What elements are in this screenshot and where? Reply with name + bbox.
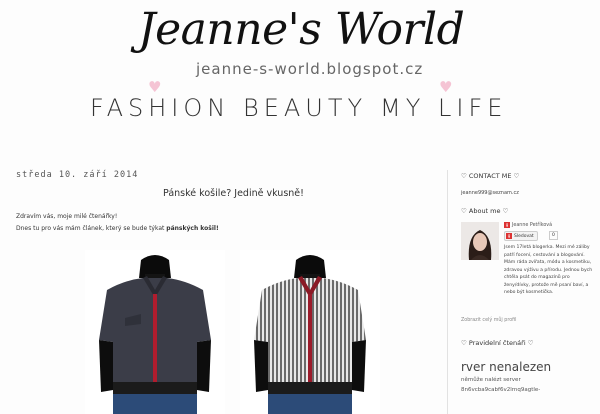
server-error-line-2: 8n6vcba9cabf6v2lrnq9agtle-	[461, 387, 541, 393]
follow-label: Sledovat	[514, 234, 534, 239]
about-heading: ♡ About me ♡	[461, 207, 509, 215]
followers-heading: ♡ Pravidelní čtenáři ♡	[461, 339, 534, 347]
blog-header: Jeanne's World jeanne-s-world.blogspot.c…	[0, 0, 600, 160]
about-widget: g Jeanne Petříková g Sledovat 0 Jsem 17let…	[461, 222, 593, 316]
profile-name: Jeanne Petříková	[512, 223, 553, 228]
post-intro-bold: pánských košil!	[166, 225, 219, 232]
profile-name-row[interactable]: g Jeanne Petříková	[504, 222, 552, 228]
contact-heading: ♡ CONTACT ME ♡	[461, 172, 520, 180]
contact-email[interactable]: jeanne999@seznam.cz	[461, 190, 591, 196]
blog-post: středa 10. září 2014 Pánské košile? Jedi…	[16, 170, 441, 232]
view-profile-link[interactable]: Zobrazit celý můj profil	[461, 318, 591, 323]
nav-beauty[interactable]: BEAUTY	[243, 94, 367, 122]
avatar[interactable]	[461, 222, 499, 260]
shirt-photo-striped[interactable]	[240, 250, 380, 414]
blog-url[interactable]: jeanne-s-world.blogspot.cz	[196, 60, 423, 78]
follow-count: 0	[549, 231, 558, 240]
follow-button[interactable]: g Sledovat	[504, 231, 538, 241]
post-greeting: Zdravím vás, moje milé čtenářky!	[16, 213, 118, 220]
nav-fashion[interactable]: FASHION	[90, 94, 230, 122]
post-title[interactable]: Pánské košile? Jedině vkusně!	[26, 188, 441, 199]
sidebar-divider	[447, 170, 448, 414]
server-error-line-1: němůže nalézt server	[461, 377, 521, 383]
shirt-photo-dark[interactable]	[85, 250, 225, 414]
nav-my-life[interactable]: MY LIFE	[380, 94, 507, 122]
google-plus-icon: g	[506, 233, 512, 239]
google-plus-icon: g	[504, 222, 510, 228]
sidebar: ♡ CONTACT ME ♡ jeanne999@seznam.cz ♡ Abo…	[461, 172, 593, 394]
post-date: středa 10. září 2014	[16, 170, 139, 180]
server-error-title: rver nenalezen	[461, 360, 552, 374]
post-intro: Dnes tu pro vás mám článek, který se bud…	[16, 225, 441, 232]
blog-logo[interactable]: Jeanne's World	[138, 4, 465, 55]
bio-text: Jsem 17letá blogerka. Mezi mé záliby pat…	[504, 245, 593, 295]
post-intro-text: Dnes tu pro vás mám článek, který se bud…	[16, 225, 167, 232]
